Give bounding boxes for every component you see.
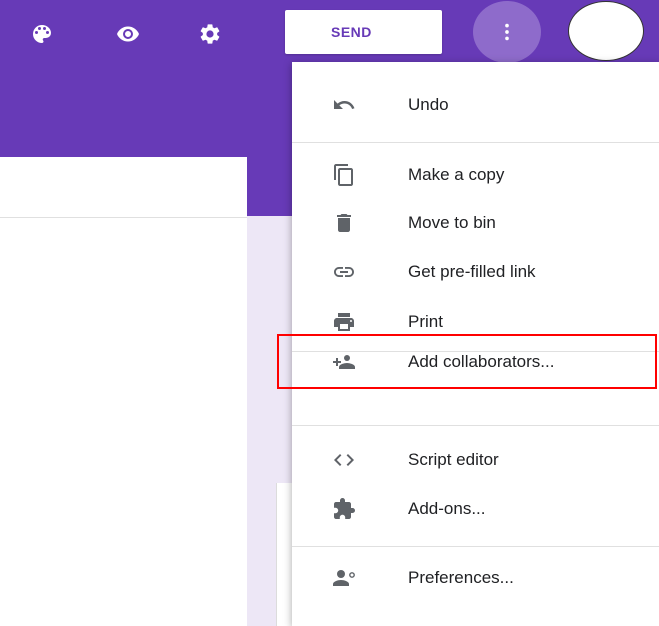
- more-options-menu: Undo Make a copy Move to bin Get pre-fil…: [277, 62, 659, 626]
- link-icon: [330, 258, 358, 286]
- menu-item-add-ons[interactable]: Add-ons...: [292, 485, 659, 533]
- menu-item-preferences[interactable]: Preferences...: [292, 554, 659, 602]
- menu-divider: [292, 546, 659, 547]
- puzzle-icon: [330, 495, 358, 523]
- menu-divider: [292, 142, 659, 143]
- menu-item-label: Move to bin: [408, 213, 496, 232]
- gear-icon[interactable]: [188, 12, 232, 56]
- copy-icon: [330, 161, 358, 189]
- palette-icon[interactable]: [20, 12, 64, 56]
- undo-icon: [330, 91, 358, 119]
- print-icon: [330, 308, 358, 336]
- menu-divider: [292, 425, 659, 426]
- highlight-box: [277, 334, 657, 389]
- menu-item-label: Script editor: [408, 450, 499, 469]
- person-settings-icon: [330, 564, 358, 592]
- menu-item-pre-filled-link[interactable]: Get pre-filled link: [292, 248, 659, 296]
- more-vert-icon[interactable]: [473, 1, 541, 63]
- menu-item-move-to-bin[interactable]: Move to bin: [292, 199, 659, 247]
- sheet-divider: [0, 217, 247, 218]
- menu-item-label: Make a copy: [408, 165, 505, 184]
- menu-item-label: Undo: [408, 95, 449, 114]
- menu-item-label: Get pre-filled link: [408, 262, 536, 281]
- send-button[interactable]: SEND: [285, 10, 442, 54]
- menu-item-label: Print: [408, 312, 443, 331]
- menu-item-label: Preferences...: [408, 568, 514, 587]
- menu-item-undo[interactable]: Undo: [292, 81, 659, 129]
- code-icon: [330, 446, 358, 474]
- menu-item-script-editor[interactable]: Script editor: [292, 436, 659, 484]
- menu-item-label: Add-ons...: [408, 499, 486, 518]
- eye-icon[interactable]: [106, 12, 150, 56]
- form-sheet: [0, 157, 247, 626]
- avatar[interactable]: [568, 1, 644, 61]
- trash-icon: [330, 209, 358, 237]
- menu-item-make-copy[interactable]: Make a copy: [292, 151, 659, 199]
